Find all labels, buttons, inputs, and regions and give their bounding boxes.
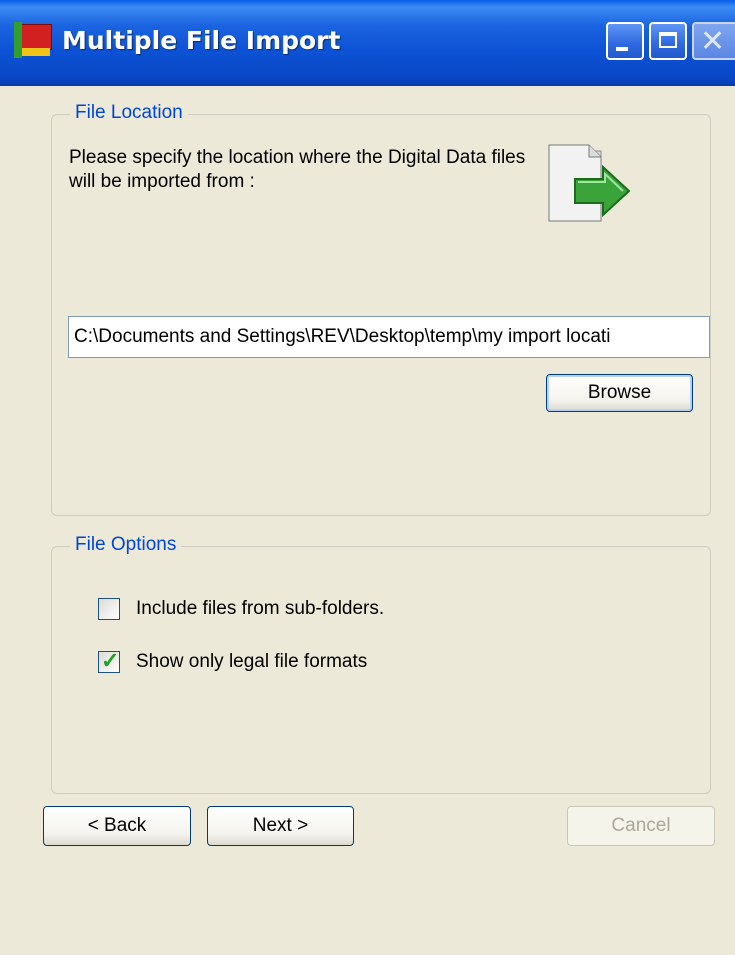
multiple-file-import-window: Multiple File Import ✕ File Location Ple… [0,0,735,955]
maximize-button[interactable] [649,22,687,60]
title-bar[interactable]: Multiple File Import ✕ [0,0,735,86]
file-import-icon [548,144,631,222]
window-title: Multiple File Import [62,26,341,55]
app-icon [14,22,52,58]
legal-formats-label: Show only legal file formats [136,651,368,672]
next-button[interactable]: Next > [207,806,354,846]
back-button[interactable]: < Back [43,806,191,846]
browse-button[interactable]: Browse [546,374,693,412]
minimize-icon [616,47,628,51]
location-instruction-text: Please specify the location where the Di… [69,147,526,192]
minimize-button[interactable] [606,22,644,60]
cancel-button[interactable]: Cancel [567,806,715,846]
legal-formats-checkbox[interactable]: ✓ [98,648,120,673]
maximize-icon [659,32,677,48]
close-button[interactable]: ✕ [692,22,735,60]
include-subfolders-checkbox[interactable] [98,598,120,620]
file-location-legend: File Location [70,102,188,124]
file-options-legend: File Options [70,534,182,556]
include-subfolders-label: Include files from sub-folders. [136,598,385,619]
checkmark-icon: ✓ [101,648,120,673]
import-path-input[interactable]: C:\Documents and Settings\REV\Desktop\te… [68,316,710,358]
close-icon: ✕ [700,25,726,58]
